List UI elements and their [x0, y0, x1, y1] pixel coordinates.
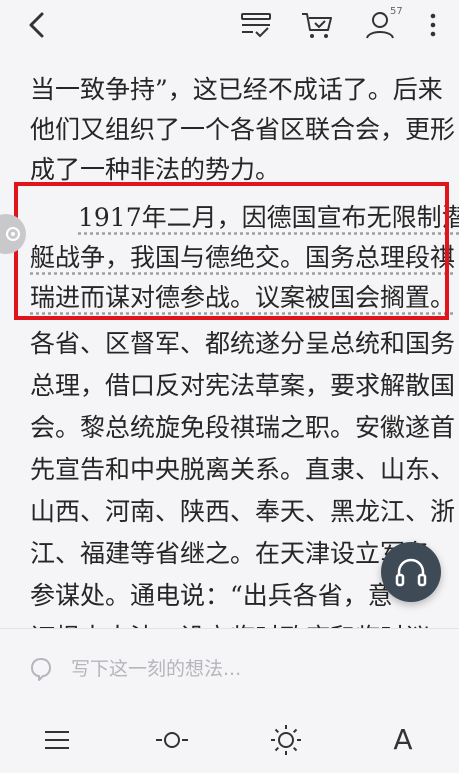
text-line: 山西、河南、陕西、奉天、黑龙江、浙 — [30, 497, 456, 526]
thought-input[interactable]: 写下这一刻的想法... — [71, 655, 241, 683]
text-line: 当一致争持”，这已经不成话了。后来 — [30, 75, 443, 104]
thought-bubble-icon — [29, 656, 53, 682]
progress-button[interactable] — [152, 722, 192, 758]
text-line: 参谋处。通电说：“出兵各省，意 — [30, 581, 393, 610]
text-line: 总理，借口反对宪法草案，要求解散国 — [30, 371, 456, 400]
side-panel-handle[interactable] — [0, 214, 26, 254]
font-size-label: A — [393, 723, 413, 756]
list-check-icon — [241, 13, 271, 38]
cart-check-icon — [302, 13, 332, 38]
chevron-left-icon — [29, 12, 44, 38]
text-line: 各省、区督军、都统遂分呈总统和国务 — [30, 329, 456, 358]
text-line: 他们又组织了一个各省区联合会，更形 — [30, 115, 456, 144]
audio-button[interactable] — [381, 542, 441, 602]
text-line: 江、福建等省继之。在天津设立军务 — [30, 539, 431, 568]
text-line: 订根本大法，设立临时政府和临时议 — [30, 618, 440, 628]
thought-input-bar: 写下这一刻的想法... — [0, 628, 459, 708]
toc-check-button[interactable] — [239, 10, 273, 40]
brightness-button[interactable] — [266, 722, 306, 758]
selection-highlight-box — [14, 182, 449, 320]
cart-button[interactable] — [300, 10, 334, 40]
font-settings-button[interactable]: A — [383, 722, 423, 758]
headphones-icon — [395, 558, 427, 587]
settings-icon — [6, 227, 20, 241]
top-toolbar: 57 — [0, 0, 459, 52]
menu-icon — [45, 731, 69, 749]
back-button[interactable] — [22, 10, 52, 40]
more-button[interactable] — [423, 10, 443, 40]
progress-slider-icon — [156, 732, 188, 748]
notification-count: 57 — [390, 6, 403, 17]
text-line: 先宣告和中央脱离关系。直隶、山东、 — [30, 455, 456, 484]
sun-icon — [271, 725, 301, 755]
more-vertical-icon — [430, 13, 436, 37]
bottom-toolbar: A — [0, 708, 459, 773]
menu-button[interactable] — [37, 722, 77, 758]
text-line: 会。黎总统旋免段祺瑞之职。安徽遂首 — [30, 413, 456, 442]
